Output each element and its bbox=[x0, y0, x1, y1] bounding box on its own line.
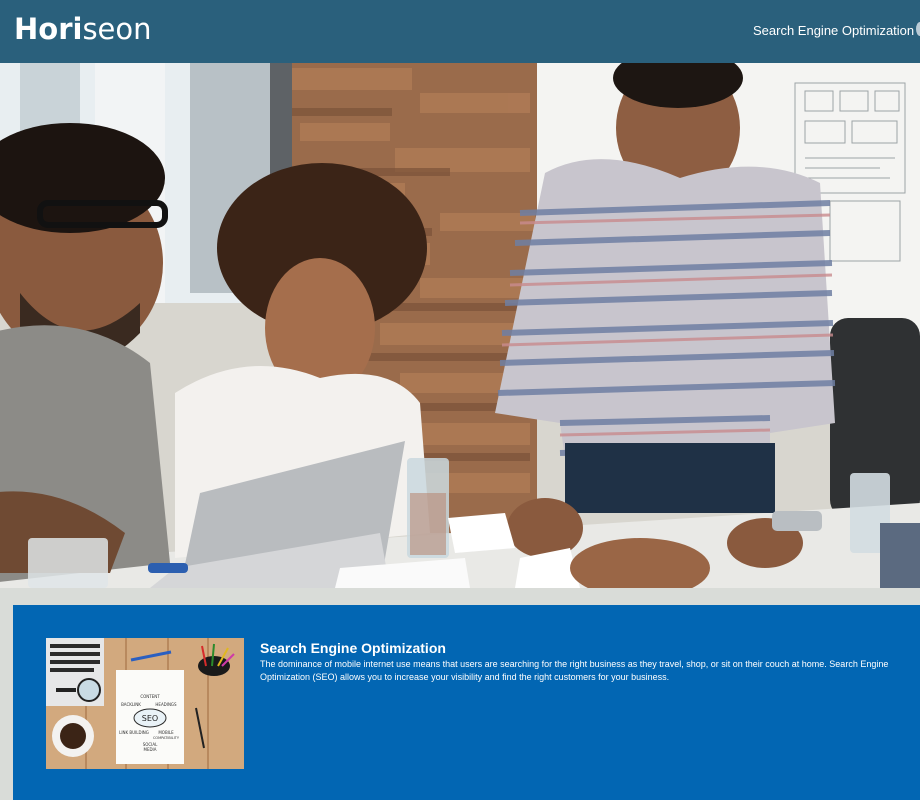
svg-text:MEDIA: MEDIA bbox=[144, 747, 157, 752]
svg-text:BACKLINK: BACKLINK bbox=[121, 702, 141, 707]
hero-image bbox=[0, 63, 920, 588]
svg-text:LINK BUILDING: LINK BUILDING bbox=[119, 730, 149, 735]
svg-text:HEADINGS: HEADINGS bbox=[155, 702, 177, 707]
svg-text:MOBILE: MOBILE bbox=[158, 730, 174, 735]
nav-link-seo[interactable]: Search Engine Optimization bbox=[753, 23, 914, 38]
hero-photo-illustration bbox=[0, 63, 920, 588]
site-header: Horiseon Search Engine Optimization bbox=[0, 0, 920, 63]
logo-text-bold: Hori bbox=[14, 12, 83, 46]
seo-notebook-illustration: CONTENT HEADINGS BACKLINK SEO MOBILE COM… bbox=[46, 638, 244, 769]
svg-text:CONTENT: CONTENT bbox=[140, 694, 160, 699]
seo-description: The dominance of mobile internet use mea… bbox=[260, 659, 889, 682]
nav-overflow-item[interactable] bbox=[916, 22, 920, 36]
seo-heading: Search Engine Optimization bbox=[260, 640, 446, 656]
site-logo[interactable]: Horiseon bbox=[14, 12, 152, 46]
seo-section: CONTENT HEADINGS BACKLINK SEO MOBILE COM… bbox=[13, 605, 920, 800]
seo-image: CONTENT HEADINGS BACKLINK SEO MOBILE COM… bbox=[46, 638, 244, 769]
svg-text:COMPATIBILITY: COMPATIBILITY bbox=[153, 736, 180, 740]
svg-text:SEO: SEO bbox=[142, 714, 158, 723]
logo-text-rest: seon bbox=[82, 12, 152, 46]
